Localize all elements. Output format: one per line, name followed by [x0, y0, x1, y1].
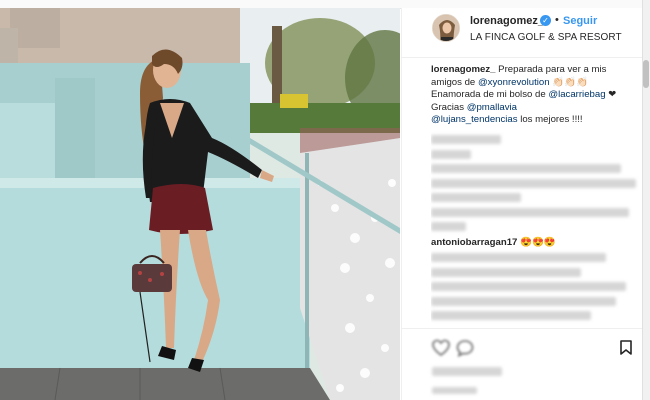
comments-list: lorenagomez_ Preparada para ver a mis am…: [431, 64, 639, 328]
action-bar: [402, 328, 643, 394]
location-link[interactable]: LA FINCA GOLF & SPA RESORT: [470, 32, 622, 43]
list-item: antoniobarragan17 😍😍😍: [431, 237, 639, 250]
mention-link[interactable]: @lacarriebag: [548, 89, 605, 100]
caption: lorenagomez_ Preparada para ver a mis am…: [431, 64, 639, 127]
caption-text-4: los mejores !!!!: [517, 114, 583, 125]
list-item: [431, 222, 639, 235]
list-item: [431, 311, 639, 324]
list-item: [431, 193, 639, 206]
scrollbar[interactable]: [642, 0, 650, 400]
likes-count: [432, 367, 502, 376]
list-item: [431, 207, 639, 220]
post-timestamp: [432, 387, 477, 394]
list-item: [431, 178, 639, 191]
post-photo[interactable]: [0, 8, 400, 400]
comment-text: 😍😍😍: [517, 237, 556, 248]
caption-username[interactable]: lorenagomez_: [431, 64, 496, 75]
verified-badge-icon: ✓: [540, 15, 551, 26]
post-header: lorenagomez_ ✓ • Seguir LA FINCA GOLF & …: [402, 8, 643, 58]
post-sidebar: lorenagomez_ ✓ • Seguir LA FINCA GOLF & …: [401, 8, 643, 400]
scrollbar-thumb[interactable]: [643, 60, 649, 88]
list-item: [431, 253, 639, 266]
list-item: [431, 164, 639, 177]
list-item: [431, 149, 639, 162]
comment-bubble-icon[interactable]: [456, 339, 474, 357]
separator-dot: •: [555, 14, 559, 26]
list-item: [431, 296, 639, 309]
list-item: [431, 282, 639, 295]
list-item: [431, 135, 639, 148]
list-item: [431, 267, 639, 280]
username-link[interactable]: lorenagomez_: [470, 15, 544, 27]
mention-link[interactable]: @lujans_tendencias: [431, 114, 518, 125]
heart-icon[interactable]: [432, 339, 450, 357]
follow-button[interactable]: Seguir: [563, 15, 597, 27]
mention-link[interactable]: @xyonrevolution: [478, 77, 550, 88]
photo-illustration: [0, 8, 400, 400]
bookmark-icon[interactable]: [620, 340, 632, 355]
avatar[interactable]: [432, 14, 460, 42]
mention-link[interactable]: @pmallavia: [467, 102, 517, 113]
comment-username[interactable]: antoniobarragan17: [431, 237, 517, 248]
